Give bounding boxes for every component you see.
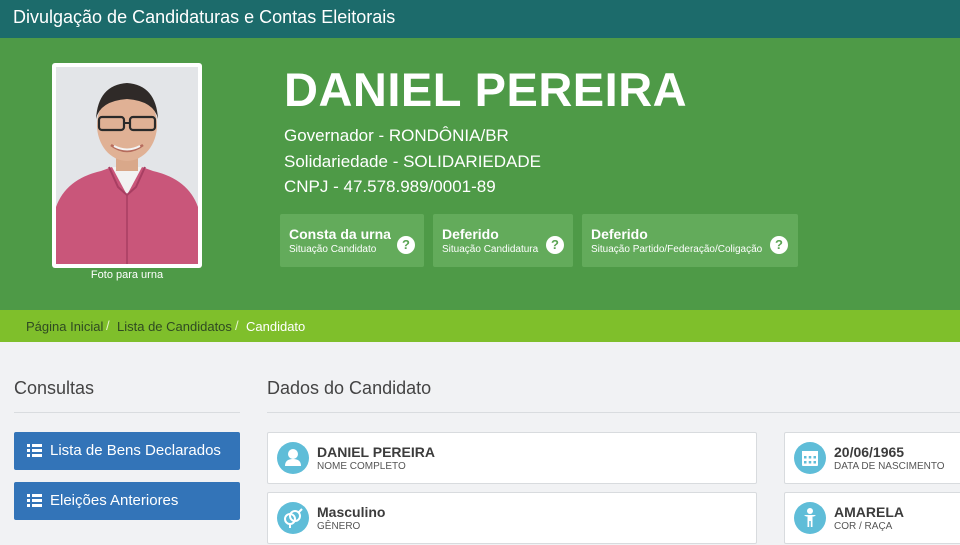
field-label: NOME COMPLETO [317,461,406,472]
field-value: AMARELA [834,504,904,520]
field-label: DATA DE NASCIMENTO [834,461,945,472]
status-value: Deferido [442,226,499,242]
status-label: Situação Candidatura [442,244,539,255]
status-label: Situação Candidato [289,244,377,255]
field-label: COR / RAÇA [834,521,893,532]
button-label: Eleições Anteriores [50,492,179,509]
field-value: Masculino [317,504,386,520]
status-label: Situação Partido/Federação/Coligação [591,244,763,255]
previous-elections-button[interactable]: Eleições Anteriores [14,482,240,520]
field-value: 20/06/1965 [834,444,905,460]
top-bar: Divulgação de Candidaturas e Contas Elei… [0,0,960,38]
candidate-name: DANIEL PEREIRA [284,63,688,116]
field-value: DANIEL PEREIRA [317,444,435,460]
candidate-portrait [56,67,198,264]
status-card-partido[interactable]: Deferido Situação Partido/Federação/Coli… [582,214,798,267]
breadcrumb: Página Inicial / Lista de Candidatos / C… [0,310,960,342]
person-icon [794,502,826,534]
candidate-cnpj: CNPJ - 47.578.989/0001-89 [284,177,496,196]
candidate-party: Solidariedade - SOLIDARIEDADE [284,152,542,171]
breadcrumb-separator: / [106,318,110,333]
field-birth-date: 20/06/1965 DATA DE NASCIMENTO [784,432,960,484]
help-icon[interactable]: ? [546,236,564,254]
status-card-candidatura[interactable]: Deferido Situação Candidatura ? [433,214,573,267]
button-label: Lista de Bens Declarados [50,442,221,459]
user-icon [277,442,309,474]
candidate-photo [56,67,198,264]
sidebar-title: Consultas [14,378,95,398]
field-race: AMARELA COR / RAÇA [784,492,960,544]
app-title: Divulgação de Candidaturas e Contas Elei… [13,7,396,27]
help-icon[interactable]: ? [397,236,415,254]
status-value: Deferido [591,226,648,242]
candidate-office: Governador - RONDÔNIA/BR [284,126,509,145]
gender-icon [277,502,309,534]
assets-list-button[interactable]: Lista de Bens Declarados [14,432,240,470]
main-title: Dados do Candidato [267,378,432,398]
breadcrumb-home[interactable]: Página Inicial [26,319,103,334]
field-label: GÊNERO [317,521,361,532]
field-full-name: DANIEL PEREIRA NOME COMPLETO [267,432,757,484]
calendar-icon [794,442,826,474]
breadcrumb-candidate-list[interactable]: Lista de Candidatos [117,319,232,334]
field-gender: Masculino GÊNERO [267,492,757,544]
photo-caption: Foto para urna [90,269,164,281]
list-icon [27,494,42,507]
status-value: Consta da urna [289,226,391,242]
status-card-candidato[interactable]: Consta da urna Situação Candidato ? [280,214,424,267]
breadcrumb-separator: / [235,318,239,333]
help-icon[interactable]: ? [770,236,788,254]
list-icon [27,444,42,457]
candidate-header: Foto para urna DANIEL PEREIRA Governador… [0,38,960,310]
divider [14,412,240,413]
breadcrumb-current: Candidato [246,319,306,334]
divider [267,412,960,413]
candidate-photo-frame [52,63,202,268]
